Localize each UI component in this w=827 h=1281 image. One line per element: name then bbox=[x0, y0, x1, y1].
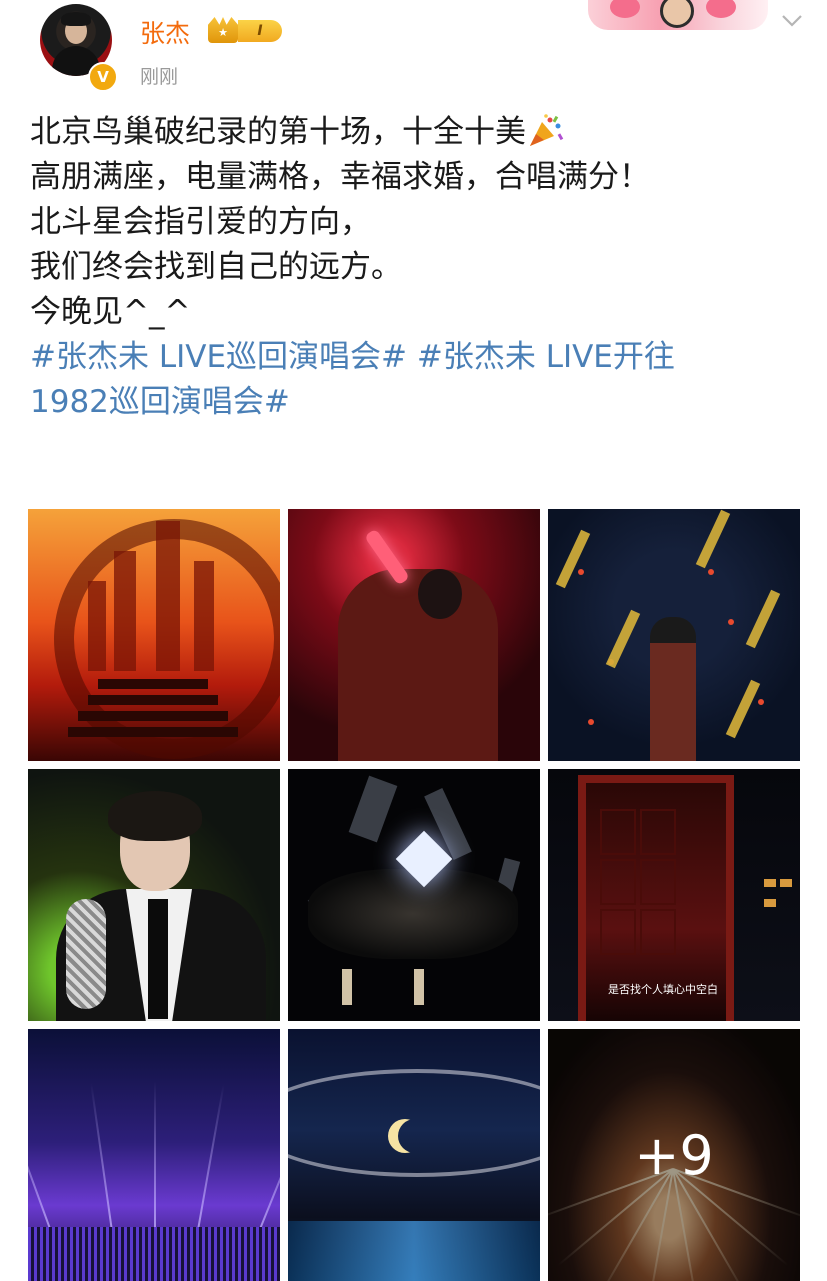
photo-grid: 是否找个人填心中空白 +9 bbox=[28, 509, 800, 1281]
photo-red-booth-stage[interactable]: 是否找个人填心中空白 bbox=[548, 769, 800, 1021]
photo-subtitle: 是否找个人填心中空白 bbox=[608, 983, 718, 996]
photo-dark-crystal-stage[interactable] bbox=[288, 769, 540, 1021]
post-line: 高朋满座，电量满格，幸福求婚，合唱满分！ bbox=[30, 159, 650, 195]
photo-singer-closeup-suit[interactable] bbox=[28, 769, 280, 1021]
post-text: 北京鸟巢破纪录的第十场，十全十美 高朋满座，电量满格，幸福求婚，合唱满分！ 北斗… bbox=[30, 110, 810, 425]
post-timestamp: 刚刚 bbox=[140, 66, 179, 88]
hashtag-link[interactable]: 1982巡回演唱会# bbox=[30, 380, 810, 425]
username[interactable]: 张杰 bbox=[140, 14, 190, 50]
chevron-down-icon[interactable] bbox=[780, 10, 804, 30]
photo-singer-red-coat[interactable] bbox=[288, 509, 540, 761]
post-line: 我们终会找到自己的远方。 bbox=[30, 249, 402, 285]
party-popper-icon bbox=[530, 114, 564, 146]
more-photos-overlay[interactable]: +9 bbox=[548, 1029, 800, 1281]
post-line: 北斗星会指引爱的方向， bbox=[30, 204, 371, 240]
crown-icon[interactable]: ★ bbox=[208, 17, 238, 43]
hashtag-link[interactable]: #张杰未 LIVE巡回演唱会# #张杰未 LIVE开往 bbox=[30, 335, 810, 380]
promo-banner[interactable] bbox=[588, 0, 768, 30]
photo-moon-stage[interactable] bbox=[288, 1029, 540, 1281]
photo-fireworks[interactable]: +9 bbox=[548, 1029, 800, 1281]
hashtags: #张杰未 LIVE巡回演唱会# #张杰未 LIVE开往 1982巡回演唱会# bbox=[30, 335, 810, 425]
photo-purple-lasers-crowd[interactable] bbox=[28, 1029, 280, 1281]
member-level-badge[interactable]: I bbox=[238, 20, 282, 42]
more-photos-count: +9 bbox=[634, 1123, 714, 1187]
photo-stage-red-city[interactable] bbox=[28, 509, 280, 761]
verified-icon: V bbox=[88, 62, 118, 92]
post-line: 今晚见^_^ bbox=[30, 294, 191, 330]
post-header: V 张杰 ★ I 刚刚 bbox=[0, 0, 827, 100]
photo-singer-confetti[interactable] bbox=[548, 509, 800, 761]
post-line: 北京鸟巢破纪录的第十场，十全十美 bbox=[30, 110, 810, 155]
